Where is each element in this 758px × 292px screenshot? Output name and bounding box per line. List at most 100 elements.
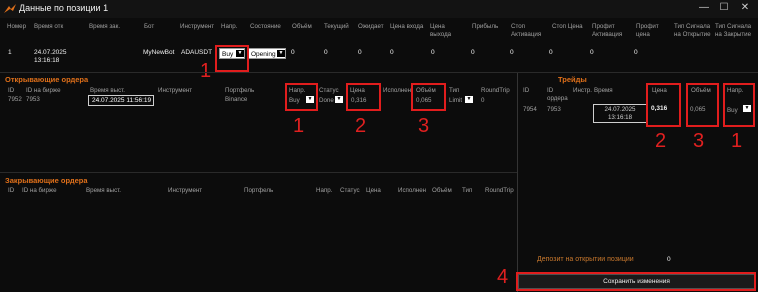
- col-profit-price: Профит цена: [636, 23, 659, 38]
- col-state: Состояние: [250, 23, 281, 30]
- divider: [0, 72, 758, 73]
- position-current: 0: [324, 49, 328, 56]
- order-status-dropdown[interactable]: ▼: [334, 95, 343, 105]
- position-profit: 0: [471, 49, 475, 56]
- window-title: Данные по позиции 1: [19, 3, 109, 13]
- col-profit: Прибыль: [472, 23, 499, 30]
- chevron-down-icon: ▼: [277, 50, 285, 57]
- col-roundtrip: RoundTrip: [485, 187, 514, 194]
- col-id: ID: [8, 87, 15, 94]
- deposit-value[interactable]: 0: [667, 256, 671, 264]
- order-status[interactable]: Done: [319, 97, 334, 105]
- position-number: 1: [8, 49, 12, 56]
- annotation-number: 3: [693, 130, 705, 152]
- position-exit: 0: [431, 49, 435, 56]
- col-current: Текущий: [324, 23, 349, 30]
- annotation-box-order-volume: [411, 83, 446, 111]
- col-bot: Бот: [144, 23, 155, 30]
- col-time: Время: [594, 87, 613, 94]
- position-profit-activation: 0: [590, 49, 594, 56]
- position-state-select[interactable]: Opening ▼: [248, 48, 286, 59]
- col-direction: Напр.: [316, 187, 333, 194]
- annotation-box-position-direction: [215, 45, 249, 72]
- annotation-number: 1: [731, 130, 743, 152]
- order-roundtrip: 0: [481, 97, 485, 104]
- annotation-box-trade-price: [646, 83, 681, 127]
- position-stop-price: 0: [549, 49, 553, 56]
- col-portfolio: Портфель: [244, 187, 274, 194]
- position-open-time: 24.07.2025 13:16:18: [34, 49, 67, 64]
- col-instrument: Инструмент: [168, 187, 203, 194]
- title-bar: [0, 0, 758, 18]
- col-close-time: Время зак.: [89, 23, 121, 30]
- trade-time-field[interactable]: 24.07.2025 13:16:18: [593, 104, 647, 123]
- annotation-number: 3: [418, 115, 430, 137]
- annotation-box-save-button: [516, 272, 756, 291]
- col-status: Статус: [319, 87, 339, 94]
- order-time-field[interactable]: 24.07.2025 11:56:19: [88, 95, 154, 106]
- col-profit-activation: Профит Активация: [592, 23, 623, 38]
- annotation-number: 1: [200, 60, 212, 82]
- closing-orders-title: Закрывающие ордера: [5, 176, 88, 185]
- col-exit-price: Цена выхода: [430, 23, 452, 38]
- col-status: Статус: [340, 187, 360, 194]
- minimize-button[interactable]: —: [696, 1, 712, 15]
- annotation-number: 2: [355, 115, 367, 137]
- position-stop-activation: 0: [510, 49, 514, 56]
- position-instrument: ADAUSDT: [181, 49, 213, 56]
- annotation-number: 1: [293, 115, 305, 137]
- col-time: Время выст.: [86, 187, 122, 194]
- col-exchange-id: ID на бирже: [22, 187, 57, 194]
- annotation-number: 2: [655, 130, 667, 152]
- col-volume: Объём: [432, 187, 452, 194]
- col-roundtrip: RoundTrip: [481, 87, 510, 94]
- chevron-down-icon: ▼: [335, 96, 343, 103]
- position-waiting: 0: [358, 49, 362, 56]
- annotation-box-order-price: [346, 83, 381, 111]
- order-portfolio: Binance: [225, 96, 248, 103]
- col-entry-price: Цена входа: [390, 23, 424, 30]
- col-type: Тип: [462, 187, 473, 194]
- annotation-box-trade-volume: [686, 83, 719, 127]
- chevron-down-icon: ▼: [465, 96, 473, 103]
- col-executed: Исполнен: [398, 187, 427, 194]
- app-logo-icon: [4, 4, 16, 13]
- annotation-box-trade-direction: [723, 83, 755, 127]
- order-type-dropdown[interactable]: ▼: [464, 95, 473, 105]
- col-direction: Напр.: [221, 23, 238, 30]
- col-id: ID: [523, 87, 530, 94]
- col-type: Тип: [449, 87, 460, 94]
- order-exchange-id: 7953: [26, 96, 40, 103]
- col-stop-price: Стоп Цена: [552, 23, 583, 30]
- position-bot: MyNewBot: [143, 49, 175, 56]
- divider: [0, 172, 517, 173]
- close-button[interactable]: ✕: [737, 1, 753, 15]
- col-time: Время выст.: [90, 87, 126, 94]
- position-entry: 0: [390, 49, 394, 56]
- col-id: ID: [8, 187, 15, 194]
- col-open-signal-type: Тип Сигнала на Открытие: [674, 23, 711, 38]
- annotation-box-order-direction: [285, 83, 318, 111]
- col-stop-activation: Стоп Активация: [511, 23, 542, 38]
- position-volume: 0: [291, 49, 295, 56]
- col-order-id: ID ордера: [547, 87, 568, 102]
- trade-id: 7954: [523, 106, 537, 113]
- panel-divider: [517, 73, 518, 292]
- order-type[interactable]: Limit: [449, 97, 462, 105]
- col-open-time: Время отк: [34, 23, 64, 30]
- col-price: Цена: [366, 187, 381, 194]
- col-executed: Исполнен: [383, 87, 412, 94]
- col-close-signal-type: Тип Сигнала на Закрытие: [715, 23, 752, 38]
- col-instrument: Инструмент: [158, 87, 193, 94]
- trades-title: Трейды: [558, 75, 587, 84]
- col-exchange-id: ID на бирже: [26, 87, 61, 94]
- col-waiting: Ожидает: [358, 23, 384, 30]
- order-id: 7952: [8, 96, 22, 103]
- trade-order-id: 7953: [547, 106, 561, 113]
- annotation-number: 4: [497, 266, 509, 288]
- deposit-label: Депозит на открытии позиции: [537, 256, 634, 263]
- maximize-button[interactable]: ☐: [716, 1, 732, 15]
- col-instrument: Инстр.: [573, 87, 592, 94]
- col-portfolio: Портфель: [225, 87, 255, 94]
- position-profit-price: 0: [634, 49, 638, 56]
